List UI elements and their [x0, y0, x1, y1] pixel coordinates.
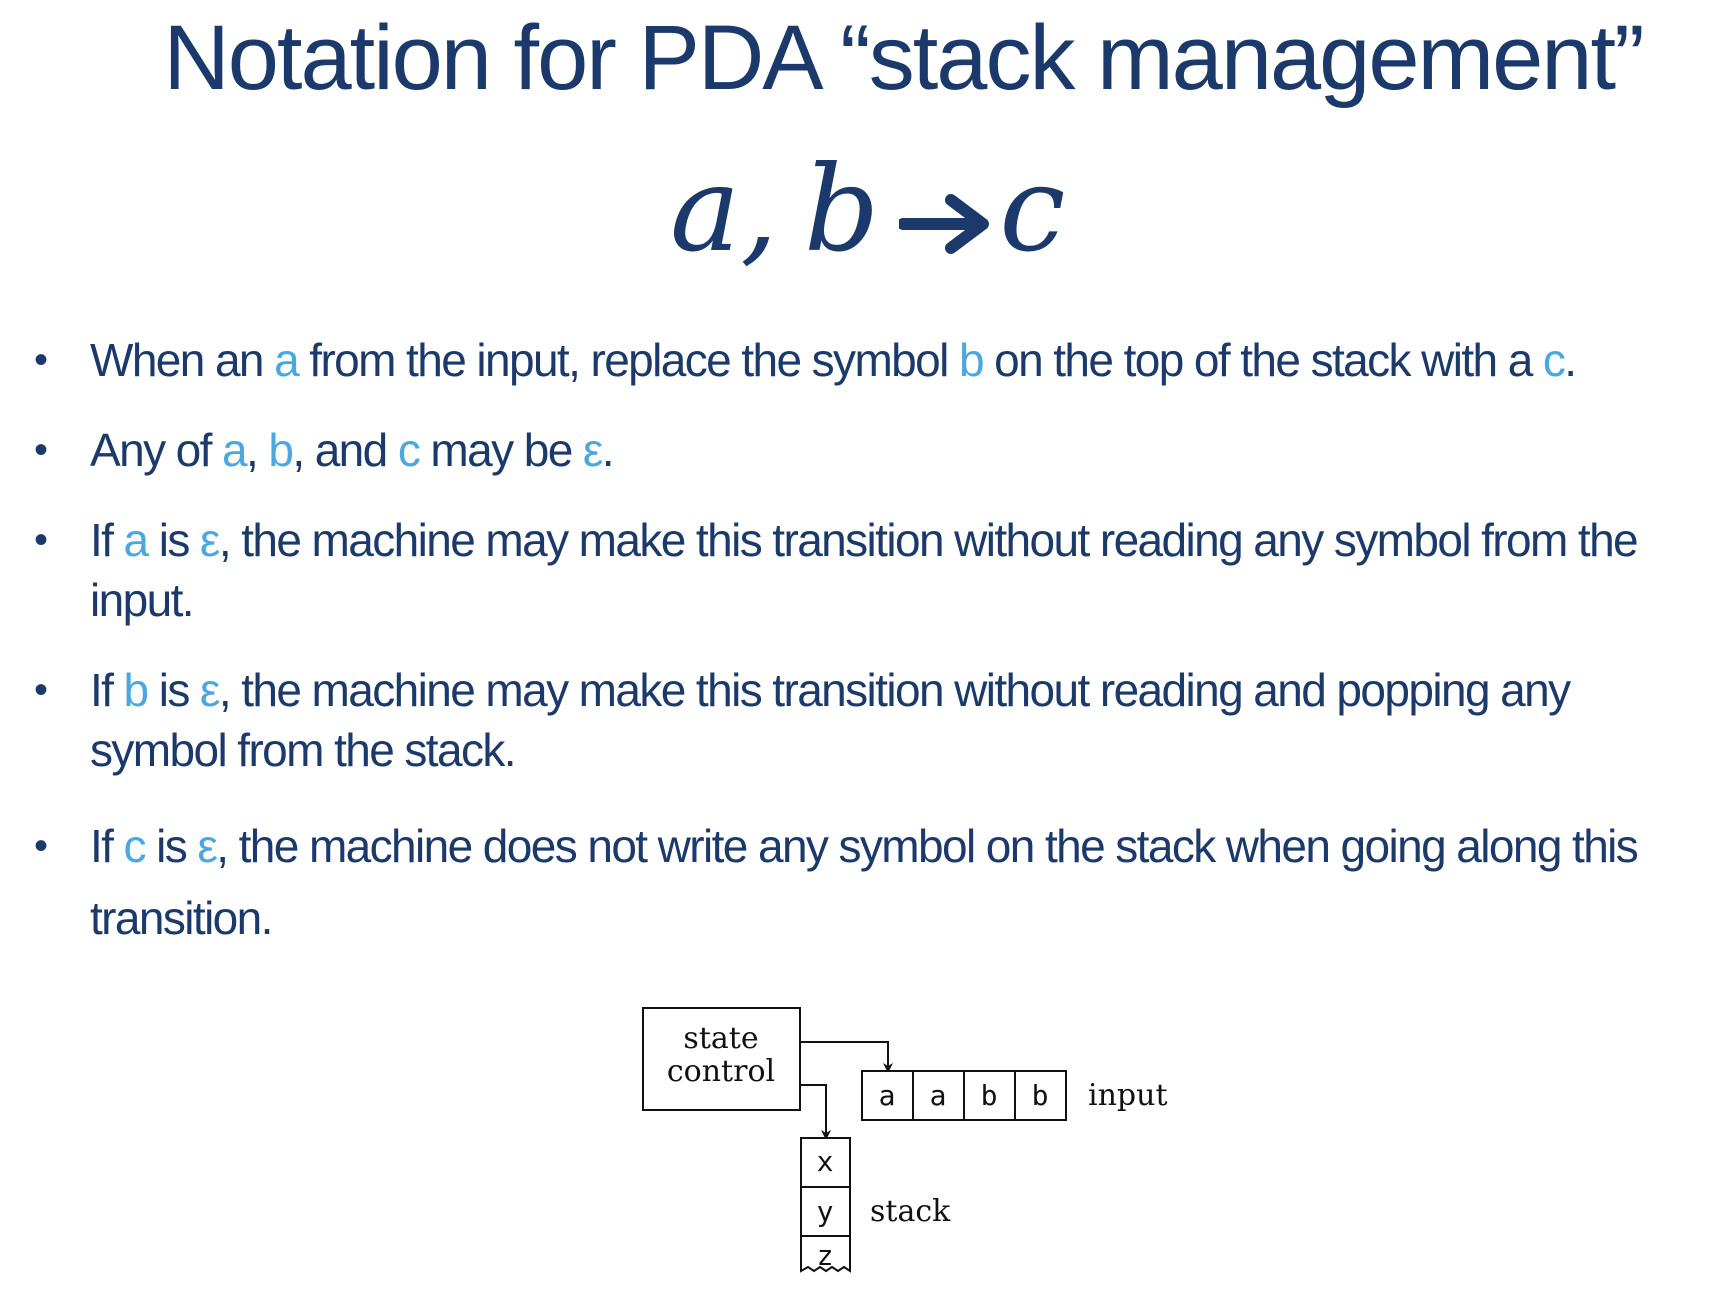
bullet-text-run: . [601, 424, 615, 476]
bullet-text-run: , the machine may make this transition w… [90, 514, 1639, 626]
input-cell-symbol: b [1032, 1079, 1049, 1112]
bullet-text-run: If [90, 664, 124, 716]
input-cell-symbol: a [879, 1079, 896, 1112]
bullet-text: If a is ε, the machine may make this tra… [90, 514, 1639, 626]
highlighted-symbol: a [274, 334, 300, 386]
highlighted-symbol: b [958, 334, 985, 386]
bullet-text-run: is [147, 664, 200, 716]
bullet-text-run: is [147, 514, 200, 566]
bullet-text-run: from the input, replace the symbol [298, 334, 959, 386]
pda-diagram: state control a a b b input x y z stack [630, 985, 1190, 1285]
highlighted-symbol: b [268, 424, 294, 476]
bullet-dot: • [34, 668, 48, 712]
bullet-text-run: is [144, 820, 198, 872]
formula-pop-symbol: b [803, 140, 880, 278]
state-control-label-line1: state [683, 1021, 758, 1056]
input-tape: a a b b [861, 1070, 1067, 1121]
highlighted-symbol: c [123, 820, 147, 872]
formula-push-symbol: c [999, 140, 1066, 278]
transition-formula: a , b c [670, 140, 1066, 280]
highlighted-symbol: ε [197, 820, 218, 872]
bullet-item-4: • If b is ε, the machine may make this tr… [30, 660, 1710, 780]
bullet-text: Any of a, b, and c may be ε. [90, 424, 615, 476]
highlighted-symbol: ε [199, 664, 221, 716]
highlighted-symbol: a [222, 424, 248, 476]
input-head-arrow [800, 1041, 893, 1073]
bullet-text-run: on the top of the stack with a [982, 334, 1543, 386]
stack-cell-symbol: z [817, 1239, 834, 1272]
stack-label: stack [870, 1194, 951, 1229]
bullet-dot: • [34, 428, 48, 472]
bullet-text: If c is ε, the machine does not write an… [90, 820, 1639, 944]
bullet-dot: • [34, 338, 48, 382]
highlighted-symbol: b [123, 664, 150, 716]
bullet-text-run: . [1564, 334, 1577, 386]
right-arrow-icon [899, 194, 991, 254]
bullet-text: If b is ε, the machine may make this tra… [90, 664, 1571, 776]
bullet-text-run: If [90, 514, 124, 566]
bullet-text-run: may be [419, 424, 583, 476]
formula-comma: , [740, 140, 778, 278]
highlighted-symbol: c [397, 424, 421, 476]
bullet-dot: • [34, 518, 48, 562]
stack-cell-symbol: y [817, 1195, 834, 1228]
bullet-text: When an a from the input, replace the sy… [90, 334, 1577, 386]
bullet-text-run: If [90, 820, 124, 872]
highlighted-symbol: ε [199, 514, 221, 566]
bullet-text-run: , the machine may make this transition w… [90, 664, 1571, 776]
input-label: input [1088, 1078, 1168, 1113]
bullet-item-1: • When an a from the input, replace the s… [30, 330, 1577, 390]
stack-cell-symbol: x [817, 1145, 834, 1178]
bullet-item-3: • If a is ε, the machine may make this tr… [30, 510, 1710, 630]
state-control-label-line2: control [667, 1054, 775, 1089]
bullet-text-run: When an [90, 334, 275, 386]
highlighted-symbol: ε [582, 424, 604, 476]
highlighted-symbol: c [1542, 334, 1566, 386]
bullet-text-run: Any of [90, 424, 222, 476]
stack-head-arrow [800, 1084, 831, 1140]
bullet-dot: • [34, 824, 48, 868]
highlighted-symbol: a [123, 514, 150, 566]
bullet-item-2: • Any of a, b, and c may be ε. [30, 420, 615, 480]
bullet-text-run: , the machine does not write any symbol … [90, 820, 1639, 944]
input-cell-symbol: a [930, 1079, 947, 1112]
input-cell-symbol: b [981, 1079, 998, 1112]
formula-input-symbol: a [670, 140, 741, 278]
page-title: Notation for PDA “stack management” [163, 7, 1644, 109]
stack-column: x y z [800, 1137, 851, 1273]
bullet-text-run: , [245, 424, 269, 476]
bullet-text-run: , and [292, 424, 398, 476]
bullet-item-5: • If c is ε, the machine does not write a… [30, 810, 1710, 954]
